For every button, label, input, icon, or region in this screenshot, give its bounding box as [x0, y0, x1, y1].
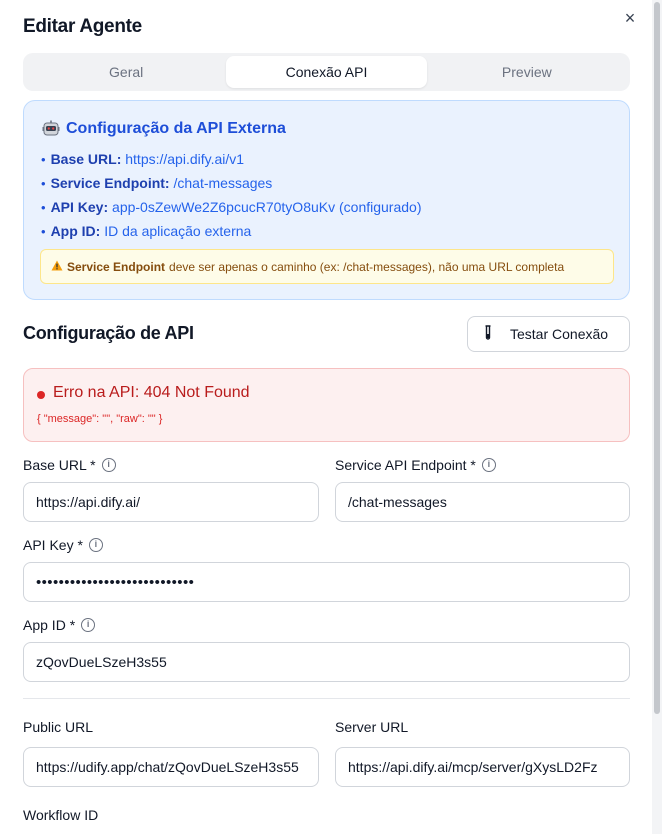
dialog-title: Editar Agente [23, 16, 142, 37]
tab-preview[interactable]: Preview [427, 56, 627, 88]
info-key: API Key: [50, 199, 109, 215]
info-key: App ID: [50, 223, 101, 239]
info-key: Service Endpoint: [50, 175, 170, 191]
scrollbar[interactable] [652, 0, 662, 834]
info-value: app-0sZewWe2Z6pcucR70tyO8uKv (configurad… [112, 199, 422, 215]
info-line-api-key: • API Key: app-0sZewWe2Z6pcucR70tyO8uKv (… [41, 199, 422, 215]
scrollbar-thumb[interactable] [654, 2, 660, 714]
base-url-label: Base URL * i [23, 457, 116, 473]
info-icon[interactable]: i [81, 618, 96, 632]
app-id-label: App ID * i [23, 617, 96, 633]
tab-conexao-api[interactable]: Conexão API [226, 56, 427, 88]
workflow-id-label: Workflow ID [23, 807, 99, 823]
service-endpoint-label: Service API Endpoint * i [335, 457, 496, 473]
warning-text: deve ser apenas o caminho (ex: /chat-mes… [169, 259, 565, 274]
info-value: https://api.dify.ai/v1 [125, 151, 245, 167]
warning-icon [51, 260, 63, 274]
info-line-service-endpoint: • Service Endpoint: /chat-messages [41, 175, 273, 191]
info-key: Base URL: [50, 151, 122, 167]
info-icon[interactable]: i [481, 458, 496, 472]
close-icon[interactable]: × [620, 9, 640, 29]
public-url-input[interactable]: https://udify.app/chat/zQovDueLSzeH3s55 [23, 747, 319, 787]
info-title: Configuração da API Externa [42, 120, 286, 138]
api-key-label: API Key * i [23, 537, 103, 553]
error-raw: { "message": "", "raw": "" } [37, 413, 163, 425]
info-line-app-id: • App ID: ID da aplicação externa [41, 223, 252, 239]
error-title: Erro na API: 404 Not Found [53, 384, 250, 401]
warning-notice: Service Endpoint deve ser apenas o camin… [40, 249, 614, 284]
api-info-box: Configuração da API Externa • Base URL: h… [23, 100, 630, 300]
error-dot-icon [37, 391, 45, 399]
info-icon[interactable]: i [88, 538, 103, 552]
server-url-input[interactable]: https://api.dify.ai/mcp/server/gXysLD2Fz [335, 747, 630, 787]
service-endpoint-input[interactable]: /chat-messages [335, 482, 630, 522]
public-url-label: Public URL [23, 719, 94, 735]
api-key-input[interactable]: •••••••••••••••••••••••••••• [23, 562, 630, 602]
tab-geral[interactable]: Geral [26, 56, 226, 88]
robot-icon [42, 120, 60, 138]
app-id-input[interactable]: zQovDueLSzeH3s55 [23, 642, 630, 682]
info-icon[interactable]: i [101, 458, 116, 472]
info-value: /chat-messages [173, 175, 273, 191]
info-title-text: Configuração da API Externa [66, 120, 286, 137]
info-line-base-url: • Base URL: https://api.dify.ai/v1 [41, 151, 245, 167]
test-tube-icon [484, 324, 492, 344]
server-url-label: Server URL [335, 719, 409, 735]
test-connection-button[interactable]: Testar Conexão [467, 316, 630, 352]
api-section-title: Configuração de API [23, 323, 194, 343]
info-value: ID da aplicação externa [104, 223, 252, 239]
error-alert: Erro na API: 404 Not Found { "message": … [23, 368, 630, 442]
divider [23, 698, 630, 699]
tab-bar: Geral Conexão API Preview [23, 53, 630, 91]
warning-strong: Service Endpoint [67, 259, 166, 274]
base-url-input[interactable]: https://api.dify.ai/ [23, 482, 319, 522]
test-connection-label: Testar Conexão [510, 326, 609, 342]
